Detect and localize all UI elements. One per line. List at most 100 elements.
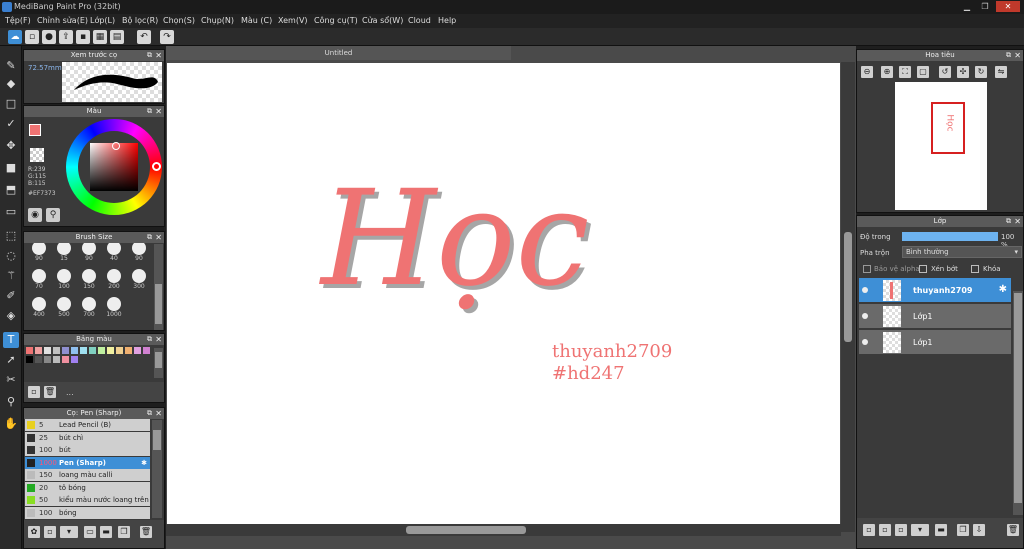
palette-swatch[interactable] bbox=[71, 356, 78, 363]
brush-list-item[interactable]: 5 Lead Pencil (B) bbox=[25, 419, 150, 431]
lasso-tool-icon[interactable]: ◌ bbox=[3, 248, 19, 264]
navigator-thumbnail[interactable]: Học bbox=[895, 82, 987, 210]
layout-icon[interactable]: ▤ bbox=[110, 30, 124, 44]
horizontal-scrollbar[interactable] bbox=[166, 524, 841, 536]
divide-tool-icon[interactable]: ✂ bbox=[3, 372, 19, 388]
opacity-slider[interactable] bbox=[902, 232, 998, 241]
hand-tool-icon[interactable]: ✋ bbox=[3, 416, 19, 432]
detach-icon[interactable]: ⧉ bbox=[1006, 216, 1011, 227]
palette-swatch[interactable] bbox=[26, 356, 33, 363]
palette-swatch[interactable] bbox=[35, 347, 42, 354]
flip-icon[interactable]: ⇋ bbox=[995, 66, 1007, 78]
document-canvas[interactable]: Học Học thuyanh2709 #hd247 bbox=[167, 63, 840, 524]
rect-fill-icon[interactable]: ■ bbox=[3, 160, 19, 176]
merge-icon[interactable]: ⇩ bbox=[973, 524, 985, 536]
add-layer-dropdown-icon[interactable]: ▾ bbox=[911, 524, 929, 536]
gradient-tool-icon[interactable]: ▭ bbox=[3, 204, 19, 220]
text-tool-icon[interactable]: T bbox=[3, 332, 19, 348]
folder-icon[interactable]: ▬ bbox=[935, 524, 947, 536]
menu-filter[interactable]: Bộ lọc(R) bbox=[122, 16, 158, 25]
brush-list-item[interactable]: 100 bóng bbox=[25, 506, 150, 519]
detach-icon[interactable]: ⧉ bbox=[147, 106, 152, 117]
palette-swatch[interactable] bbox=[134, 347, 141, 354]
magic-wand-icon[interactable]: ⚚ bbox=[3, 268, 19, 284]
close-button[interactable]: ✕ bbox=[996, 1, 1020, 12]
transparent-swatch[interactable] bbox=[30, 148, 44, 162]
scrollbar[interactable] bbox=[152, 420, 162, 518]
brush-tool-icon[interactable]: ✎ bbox=[3, 58, 19, 74]
menu-view[interactable]: Xem(V) bbox=[278, 16, 308, 25]
primary-color-swatch[interactable] bbox=[29, 124, 41, 136]
upload-icon[interactable]: ⇪ bbox=[59, 30, 73, 44]
brush-size-item[interactable]: 150 bbox=[78, 269, 100, 290]
trash-icon[interactable]: 🗑 bbox=[44, 386, 56, 398]
new-layer-icon[interactable]: ▫ bbox=[863, 524, 875, 536]
palette-swatch[interactable] bbox=[80, 347, 87, 354]
bucket-tool-icon[interactable]: ⬒ bbox=[3, 182, 19, 198]
brush-size-item[interactable]: 1000 bbox=[103, 297, 125, 318]
visibility-icon[interactable] bbox=[862, 339, 868, 345]
select-pen-icon[interactable]: ✓ bbox=[3, 116, 19, 132]
brush-size-item[interactable]: 500 bbox=[53, 297, 75, 318]
menu-help[interactable]: Help bbox=[438, 16, 456, 25]
scrollbar[interactable] bbox=[154, 348, 163, 378]
new-file-icon[interactable]: ▫ bbox=[25, 30, 39, 44]
palette-swatch[interactable] bbox=[116, 347, 123, 354]
comment-icon[interactable]: ● bbox=[42, 30, 56, 44]
select-pen-2-icon[interactable]: ✐ bbox=[3, 288, 19, 304]
close-icon[interactable]: ✕ bbox=[155, 408, 162, 419]
vertical-scrollbar[interactable] bbox=[841, 62, 855, 532]
actual-size-icon[interactable]: ▢ bbox=[917, 66, 929, 78]
palette-swatch[interactable] bbox=[125, 347, 132, 354]
palette-swatch[interactable] bbox=[62, 356, 69, 363]
palette-swatch[interactable] bbox=[53, 356, 60, 363]
brush-list-item[interactable]: 50 kiểu màu nước loang trên bbox=[25, 494, 150, 506]
brush-size-item[interactable]: 400 bbox=[28, 297, 50, 318]
brush-settings-icon[interactable]: ✿ bbox=[28, 526, 40, 538]
redo-button[interactable]: ↷ bbox=[160, 30, 174, 44]
palette-swatch[interactable] bbox=[26, 347, 33, 354]
brush-list-item[interactable]: 20 tô bóng bbox=[25, 481, 150, 494]
brush-size-item[interactable]: 90 bbox=[28, 243, 50, 262]
layer-row[interactable]: Lớp1 bbox=[859, 304, 1011, 329]
copy-icon[interactable]: ▭ bbox=[84, 526, 96, 538]
layer-row[interactable]: Lớp1 bbox=[859, 330, 1011, 355]
palette-swatch[interactable] bbox=[107, 347, 114, 354]
close-icon[interactable]: ✕ bbox=[155, 50, 162, 61]
zoom-in-icon[interactable]: ⊕ bbox=[881, 66, 893, 78]
save-icon[interactable]: ▪ bbox=[76, 30, 90, 44]
rotate-left-icon[interactable]: ↺ bbox=[939, 66, 951, 78]
menu-color[interactable]: Màu (C) bbox=[241, 16, 272, 25]
menu-snap[interactable]: Chụp(N) bbox=[201, 16, 234, 25]
protect-alpha-checkbox[interactable] bbox=[863, 265, 871, 273]
undo-button[interactable]: ↶ bbox=[137, 30, 151, 44]
new-8bit-layer-icon[interactable]: ▫ bbox=[879, 524, 891, 536]
palette-swatch[interactable] bbox=[53, 347, 60, 354]
menu-edit[interactable]: Chỉnh sửa(E) bbox=[37, 16, 88, 25]
close-icon[interactable]: ✕ bbox=[155, 334, 162, 345]
gear-icon[interactable]: ✱ bbox=[999, 284, 1007, 295]
close-icon[interactable]: ✕ bbox=[155, 106, 162, 117]
brush-size-item[interactable]: 100 bbox=[53, 269, 75, 290]
brush-size-item[interactable]: 40 bbox=[103, 243, 125, 262]
brush-size-item[interactable]: 300 bbox=[128, 269, 150, 290]
brush-list-item[interactable]: 25 bút chì bbox=[25, 431, 150, 444]
palette-swatch[interactable] bbox=[62, 347, 69, 354]
maximize-button[interactable]: ❐ bbox=[976, 1, 994, 12]
palette-swatch[interactable] bbox=[35, 356, 42, 363]
brush-size-item[interactable]: 700 bbox=[78, 297, 100, 318]
brush-list-item[interactable]: ✱ 1000 Pen (Sharp) bbox=[25, 456, 150, 469]
detach-icon[interactable]: ⧉ bbox=[147, 334, 152, 345]
brush-list-item[interactable]: 100 bút bbox=[25, 444, 150, 456]
palette-swatch[interactable] bbox=[44, 347, 51, 354]
minimize-button[interactable]: ▁ bbox=[958, 1, 976, 12]
move-tool-icon[interactable]: ✥ bbox=[3, 138, 19, 154]
gear-icon[interactable]: ✱ bbox=[141, 457, 147, 469]
menu-layer[interactable]: Lớp(L) bbox=[90, 16, 115, 25]
detach-icon[interactable]: ⧉ bbox=[147, 232, 152, 243]
close-icon[interactable]: ✕ bbox=[1014, 216, 1021, 227]
close-icon[interactable]: ✕ bbox=[155, 232, 162, 243]
brush-size-item[interactable]: 90 bbox=[128, 243, 150, 262]
grid-icon[interactable]: ▦ bbox=[93, 30, 107, 44]
saturation-value-square[interactable] bbox=[90, 142, 138, 191]
